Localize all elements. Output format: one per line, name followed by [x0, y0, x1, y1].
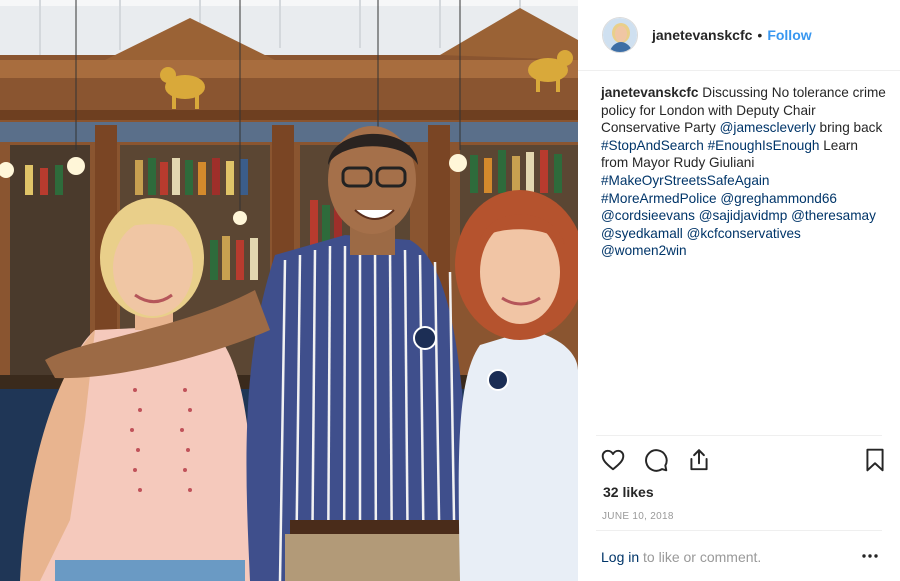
hashtag-link[interactable]: #EnoughIsEnough — [708, 138, 820, 153]
mention-link[interactable]: @kcfconservatives — [687, 226, 801, 241]
caption-text-segment: bring back — [815, 120, 883, 136]
more-options-icon[interactable] — [861, 547, 879, 565]
login-link[interactable]: Log in — [601, 549, 639, 565]
mention-link[interactable]: @sajidjavidmp — [699, 208, 788, 223]
divider — [596, 530, 882, 531]
heart-icon[interactable] — [600, 447, 626, 473]
post-caption: janetevanskcfc Discussing No tolerance c… — [601, 84, 887, 260]
mention-link[interactable]: @greghammond66 — [720, 191, 837, 206]
post-header: janetevanskcfc • Follow — [578, 0, 900, 71]
login-prompt: Log in to like or comment. — [601, 549, 761, 565]
hashtag-link[interactable]: #StopAndSearch — [601, 138, 704, 153]
post-sidebar: janetevanskcfc • Follow janetevanskcfc D… — [578, 0, 900, 581]
caption-username[interactable]: janetevanskcfc — [601, 85, 698, 100]
likes-count[interactable]: 32 likes — [603, 484, 654, 500]
mention-link[interactable]: @cordsieevans — [601, 208, 695, 223]
mention-link[interactable]: @theresamay — [791, 208, 876, 223]
author-username[interactable]: janetevanskcfc — [652, 27, 752, 43]
separator-dot: • — [757, 27, 763, 43]
action-bar — [600, 447, 888, 473]
mention-link[interactable]: @jamescleverly — [720, 120, 816, 135]
caption-text: Discussing No tolerance crime policy for… — [601, 85, 886, 258]
divider — [596, 435, 882, 436]
bookmark-icon[interactable] — [862, 447, 888, 473]
hashtag-link[interactable]: #MoreArmedPolice — [601, 191, 717, 206]
share-icon[interactable] — [686, 447, 712, 473]
post-date[interactable]: JUNE 10, 2018 — [602, 511, 674, 522]
mention-link[interactable]: @women2win — [601, 243, 687, 258]
login-prompt-text: to like or comment. — [639, 549, 762, 565]
photo-illustration — [0, 0, 578, 581]
follow-button[interactable]: Follow — [767, 27, 811, 43]
mention-link[interactable]: @syedkamall — [601, 226, 683, 241]
avatar[interactable] — [602, 17, 638, 53]
avatar-image — [603, 18, 637, 52]
hashtag-link[interactable]: #MakeOyrStreetsSafeAgain — [601, 173, 770, 188]
comment-icon[interactable] — [643, 447, 669, 473]
post-photo[interactable] — [0, 0, 578, 581]
